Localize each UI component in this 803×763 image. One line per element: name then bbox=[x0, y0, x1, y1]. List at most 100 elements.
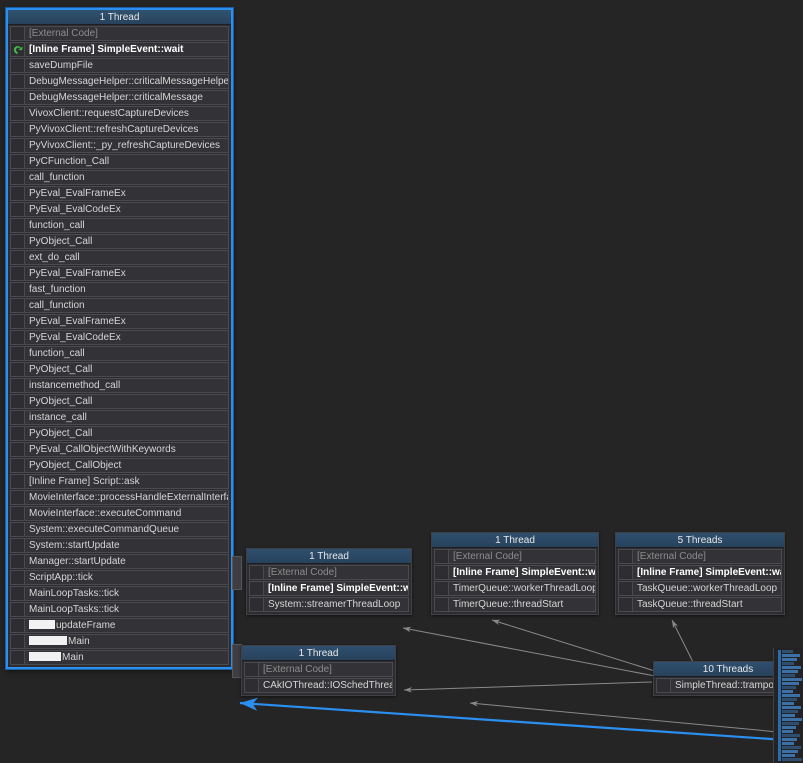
stack-frame-row[interactable]: ext_do_call bbox=[10, 250, 229, 265]
frame-gutter bbox=[435, 566, 449, 579]
stack-frame-row[interactable]: PyObject_Call bbox=[10, 234, 229, 249]
minimap-rows bbox=[782, 650, 803, 762]
stack-frame-row[interactable]: VivoxClient::requestCaptureDevices bbox=[10, 106, 229, 121]
stack-frame-row[interactable]: TaskQueue::threadStart bbox=[618, 597, 782, 612]
thread-node-streamer[interactable]: 1 Thread [External Code] [Inline Frame] S… bbox=[246, 548, 412, 615]
stack-frame-row[interactable]: System::streamerThreadLoop bbox=[249, 597, 409, 612]
stack-frame-row[interactable]: PyCFunction_Call bbox=[10, 154, 229, 169]
stack-frame-row[interactable]: CAkIOThread::IOSchedThread bbox=[244, 678, 393, 693]
stack-frame-row[interactable]: ScriptApp::tick bbox=[10, 570, 229, 585]
stack-frame-label: MainLoopTasks::tick bbox=[29, 588, 120, 599]
stack-frame-label: call_function bbox=[29, 172, 85, 183]
frame-gutter bbox=[11, 475, 25, 488]
frame-gutter bbox=[619, 582, 633, 595]
stack-frame-row[interactable]: TimerQueue::threadStart bbox=[434, 597, 596, 612]
stack-frame-label: PyVivoxClient::_py_refreshCaptureDevices bbox=[29, 140, 221, 151]
scrollbar-thumb-upper[interactable] bbox=[232, 556, 242, 590]
stack-frame-list[interactable]: [External Code] [Inline Frame] SimpleEven… bbox=[432, 548, 598, 614]
stack-frame-row[interactable]: PyEval_EvalCodeEx bbox=[10, 202, 229, 217]
stack-frame-row[interactable]: TimerQueue::workerThreadLoop bbox=[434, 581, 596, 596]
frame-gutter bbox=[250, 582, 264, 595]
stack-frame-label: PyEval_EvalFrameEx bbox=[29, 188, 126, 199]
stack-frame-row[interactable]: [Inline Frame] SimpleEvent::wait bbox=[10, 42, 229, 57]
stack-frame-row[interactable]: [Inline Frame] SimpleEvent::wait bbox=[618, 565, 782, 580]
stack-frame-row[interactable]: [External Code] bbox=[10, 26, 229, 41]
stack-frame-list[interactable]: [External Code] [Inline Frame] SimpleEven… bbox=[247, 564, 411, 614]
stack-frame-row[interactable]: System::startUpdate bbox=[10, 538, 229, 553]
stack-frame-row[interactable]: PyObject_Call bbox=[10, 426, 229, 441]
stack-frame-row[interactable]: MainLoopTasks::tick bbox=[10, 602, 229, 617]
stack-frame-list[interactable]: [External Code] [Inline Frame] SimpleEven… bbox=[616, 548, 784, 614]
frame-gutter bbox=[11, 219, 25, 232]
minimap-row bbox=[782, 734, 800, 737]
stack-frame-row[interactable]: MainLoopTasks::tick bbox=[10, 586, 229, 601]
stack-frame-row[interactable]: [External Code] bbox=[249, 565, 409, 580]
stack-frame-row[interactable]: Main bbox=[10, 650, 229, 665]
stack-frame-row[interactable]: [Inline Frame] SimpleEvent::wait bbox=[434, 565, 596, 580]
thread-node-timer-queue[interactable]: 1 Thread [External Code] [Inline Frame] S… bbox=[431, 532, 599, 615]
stack-frame-row[interactable]: PyObject_Call bbox=[10, 394, 229, 409]
frame-gutter bbox=[11, 523, 25, 536]
stack-frame-row[interactable]: instance_call bbox=[10, 410, 229, 425]
stack-frame-row[interactable]: [External Code] bbox=[244, 662, 393, 677]
stack-frame-row[interactable]: [Inline Frame] Script::ask bbox=[10, 474, 229, 489]
stack-frame-row[interactable]: Manager::startUpdate bbox=[10, 554, 229, 569]
stack-frame-row[interactable]: MovieInterface::executeCommand bbox=[10, 506, 229, 521]
parallel-stacks-canvas[interactable]: 1 Thread [External Code] [Inline Frame] S… bbox=[0, 0, 803, 763]
stack-frame-row[interactable]: function_call bbox=[10, 218, 229, 233]
stack-frame-label: VivoxClient::requestCaptureDevices bbox=[29, 108, 189, 119]
stack-frame-label: TaskQueue::workerThreadLoop bbox=[637, 583, 778, 594]
stack-frame-row[interactable]: System::executeCommandQueue bbox=[10, 522, 229, 537]
stack-frame-list[interactable]: [External Code] [Inline Frame] SimpleEven… bbox=[8, 25, 231, 667]
stack-frame-row[interactable]: DebugMessageHelper::criticalMessageHelpe… bbox=[10, 74, 229, 89]
stack-frame-label: MovieInterface::processHandleExternalInt… bbox=[29, 492, 228, 503]
stack-frame-row[interactable]: call_function bbox=[10, 298, 229, 313]
stack-frame-label: TimerQueue::workerThreadLoop bbox=[453, 583, 595, 594]
redacted-text-block bbox=[29, 620, 55, 629]
stack-frame-row[interactable]: PyEval_EvalFrameEx bbox=[10, 266, 229, 281]
stack-frame-row[interactable]: PyEval_EvalFrameEx bbox=[10, 186, 229, 201]
stack-frame-label: System::startUpdate bbox=[29, 540, 120, 551]
stack-frame-row[interactable]: saveDumpFile bbox=[10, 58, 229, 73]
minimap-gutter-column bbox=[778, 650, 781, 761]
stack-frame-row[interactable]: [External Code] bbox=[618, 549, 782, 564]
stack-frame-row[interactable]: PyVivoxClient::_py_refreshCaptureDevices bbox=[10, 138, 229, 153]
stack-frame-row[interactable]: PyObject_Call bbox=[10, 362, 229, 377]
stack-frame-row[interactable]: PyObject_CallObject bbox=[10, 458, 229, 473]
stack-frame-row[interactable]: [External Code] bbox=[434, 549, 596, 564]
stack-frame-row[interactable]: PyEval_CallObjectWithKeywords bbox=[10, 442, 229, 457]
stack-frame-row[interactable]: MovieInterface::processHandleExternalInt… bbox=[10, 490, 229, 505]
stack-frame-row[interactable]: PyEval_EvalCodeEx bbox=[10, 330, 229, 345]
minimap-overview[interactable] bbox=[773, 648, 803, 763]
stack-frame-label: ext_do_call bbox=[29, 252, 80, 263]
frame-gutter bbox=[11, 443, 25, 456]
minimap-row bbox=[782, 754, 795, 757]
stack-frame-row[interactable]: instancemethod_call bbox=[10, 378, 229, 393]
frame-gutter bbox=[11, 283, 25, 296]
stack-frame-row[interactable]: updateFrame bbox=[10, 618, 229, 633]
stack-frame-row[interactable]: DebugMessageHelper::criticalMessage bbox=[10, 90, 229, 105]
thread-node-io-sched[interactable]: 1 Thread [External Code] CAkIOThread::IOS… bbox=[241, 645, 396, 696]
stack-frame-row[interactable]: function_call bbox=[10, 346, 229, 361]
connector-trampoline-to-timerqueue bbox=[491, 619, 659, 673]
frame-gutter bbox=[250, 598, 264, 611]
thread-node-task-queue[interactable]: 5 Threads [External Code] [Inline Frame] … bbox=[615, 532, 785, 615]
minimap-row bbox=[782, 718, 802, 721]
minimap-row bbox=[782, 726, 796, 729]
stack-frame-row[interactable]: TaskQueue::workerThreadLoop bbox=[618, 581, 782, 596]
minimap-row bbox=[782, 714, 795, 717]
stack-frame-row[interactable]: PyVivoxClient::refreshCaptureDevices bbox=[10, 122, 229, 137]
stack-frame-row[interactable]: call_function bbox=[10, 170, 229, 185]
thread-node-main[interactable]: 1 Thread [External Code] [Inline Frame] S… bbox=[6, 8, 233, 669]
stack-frame-row[interactable]: PyEval_EvalFrameEx bbox=[10, 314, 229, 329]
minimap-row bbox=[782, 746, 801, 749]
thread-node-title: 1 Thread bbox=[432, 533, 598, 548]
stack-frame-label: [External Code] bbox=[637, 551, 706, 562]
stack-frame-list[interactable]: [External Code] CAkIOThread::IOSchedThrea… bbox=[242, 661, 395, 695]
stack-frame-row[interactable]: Main bbox=[10, 634, 229, 649]
stack-frame-row[interactable]: fast_function bbox=[10, 282, 229, 297]
stack-frame-label: [External Code] bbox=[453, 551, 522, 562]
stack-frame-label: Main bbox=[25, 651, 228, 664]
connector-offscreen-grey bbox=[469, 700, 790, 734]
stack-frame-row[interactable]: [Inline Frame] SimpleEvent::wait bbox=[249, 581, 409, 596]
